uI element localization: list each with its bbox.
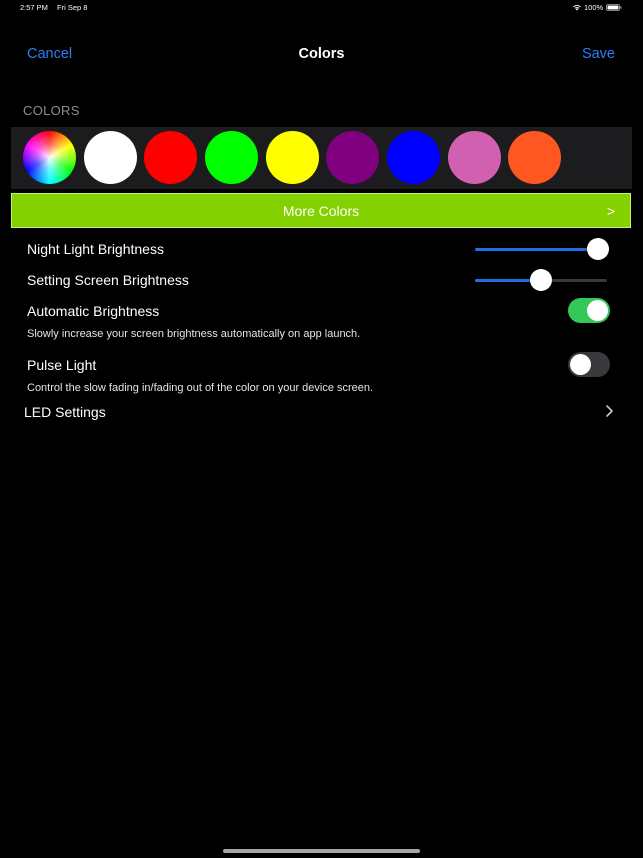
status-time: 2:57 PM	[20, 3, 48, 12]
automatic-brightness-label: Automatic Brightness	[27, 303, 160, 319]
blue-swatch[interactable]	[387, 131, 440, 184]
night-light-brightness-slider[interactable]	[475, 237, 609, 261]
purple-swatch[interactable]	[326, 131, 379, 184]
color-swatch-row	[11, 127, 632, 189]
wifi-icon	[573, 4, 581, 11]
night-light-brightness-label: Night Light Brightness	[27, 241, 164, 257]
toggle-knob	[587, 300, 608, 321]
setting-screen-brightness-label: Setting Screen Brightness	[27, 272, 189, 288]
slider-thumb[interactable]	[586, 238, 609, 260]
pulse-light-description: Control the slow fading in/fading out of…	[27, 382, 374, 394]
slider-thumb[interactable]	[530, 269, 552, 291]
page-title: Colors	[298, 46, 345, 62]
battery-percentage: 100%	[584, 3, 604, 12]
pink-swatch[interactable]	[448, 131, 501, 184]
more-colors-button[interactable]: More Colors >	[11, 193, 631, 228]
pulse-light-toggle[interactable]	[568, 352, 610, 377]
led-settings-label[interactable]: LED Settings	[24, 404, 106, 420]
yellow-swatch[interactable]	[266, 131, 319, 184]
white-swatch[interactable]	[84, 131, 137, 184]
slider-fill	[475, 248, 598, 251]
chevron-right-icon[interactable]	[603, 404, 615, 418]
pulse-light-label: Pulse Light	[27, 357, 97, 373]
setting-screen-brightness-slider[interactable]	[475, 268, 607, 292]
automatic-brightness-description: Slowly increase your screen brightness a…	[27, 328, 361, 340]
save-button[interactable]: Save	[582, 46, 615, 62]
red-swatch[interactable]	[144, 131, 197, 184]
color-wheel-swatch[interactable]	[23, 131, 76, 184]
more-colors-label: More Colors	[282, 203, 360, 219]
colors-section-header: COLORS	[23, 103, 80, 118]
green-swatch[interactable]	[205, 131, 258, 184]
automatic-brightness-toggle[interactable]	[568, 298, 610, 323]
status-date: Fri Sep 8	[57, 3, 88, 12]
toggle-knob	[570, 354, 591, 375]
orange-swatch[interactable]	[508, 131, 561, 184]
more-colors-arrow-icon: >	[606, 203, 615, 219]
home-indicator	[223, 849, 420, 853]
battery-icon	[606, 4, 622, 11]
